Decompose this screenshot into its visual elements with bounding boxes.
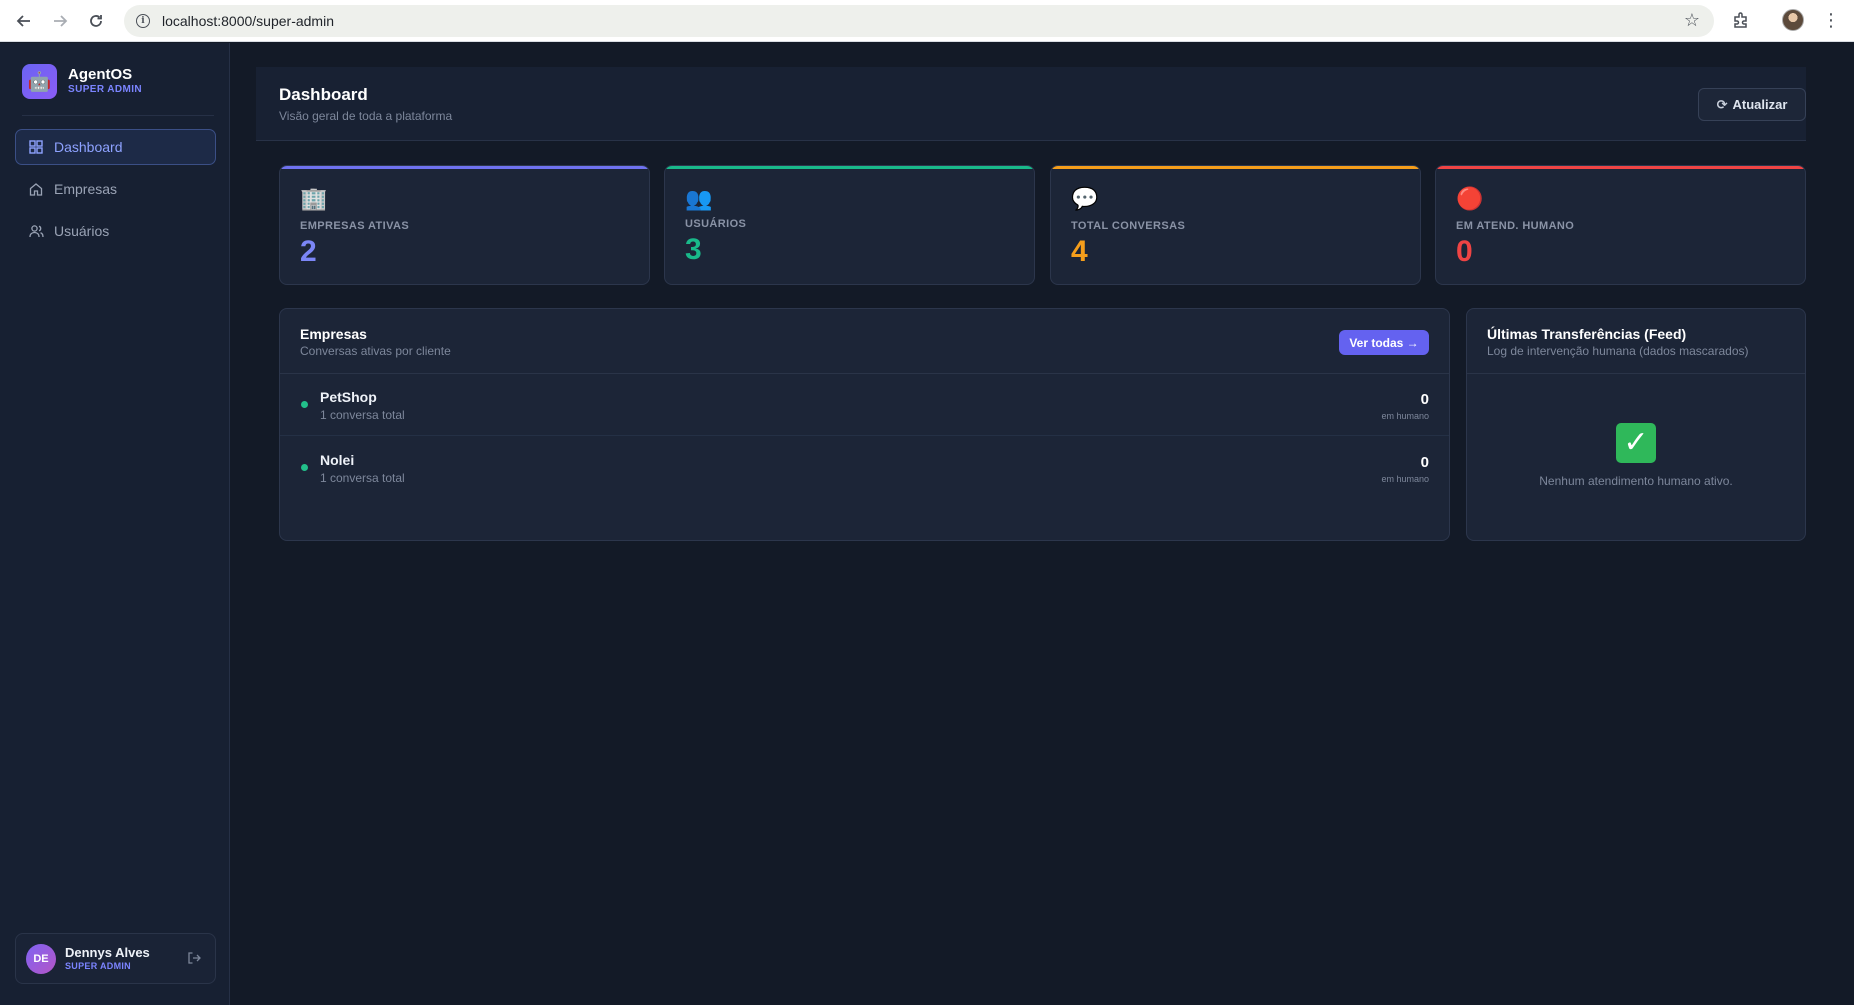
stat-label: TOTAL CONVERSAS xyxy=(1071,220,1186,232)
brand-divider xyxy=(22,115,214,116)
company-name: Nolei xyxy=(320,452,355,468)
sidebar: 🤖 AgentOS SUPER ADMIN Dashboard Empresas… xyxy=(0,43,230,1005)
browser-menu-icon[interactable]: ⋮ xyxy=(1822,9,1840,31)
extensions-icon[interactable] xyxy=(1730,8,1752,32)
refresh-icon: ⟳ xyxy=(1716,96,1728,112)
companies-panel: Empresas Conversas ativas por cliente Ve… xyxy=(279,308,1450,541)
brand: 🤖 AgentOS SUPER ADMIN xyxy=(22,64,142,99)
user-role: SUPER ADMIN xyxy=(65,961,131,971)
empty-state-text: Nenhum atendimento humano ativo. xyxy=(1539,474,1733,488)
red-circle-icon: 🔴 xyxy=(1456,186,1484,211)
url-text: localhost:8000/super-admin xyxy=(162,13,334,29)
stat-card-accent xyxy=(665,166,1034,169)
speech-bubble-icon: 💬 xyxy=(1071,186,1099,211)
profile-avatar-icon[interactable] xyxy=(1782,9,1804,31)
users-icon xyxy=(28,223,44,239)
stat-value: 0 xyxy=(1456,235,1473,268)
stat-card-accent xyxy=(1051,166,1420,169)
panel-subtitle: Conversas ativas por cliente xyxy=(300,344,451,358)
company-conversations: 1 conversa total xyxy=(320,471,405,485)
human-count-label: em humano xyxy=(1381,474,1429,484)
company-name: PetShop xyxy=(320,389,377,405)
human-count: 0 xyxy=(1420,454,1429,471)
reload-icon[interactable] xyxy=(78,3,114,39)
stat-card-em-atend-humano: 🔴 EM ATEND. HUMANO 0 xyxy=(1435,165,1806,285)
sidebar-item-label: Dashboard xyxy=(54,139,123,155)
back-icon[interactable] xyxy=(6,3,42,39)
company-conversations: 1 conversa total xyxy=(320,408,405,422)
status-dot xyxy=(301,464,308,471)
stat-label: EMPRESAS ATIVAS xyxy=(300,220,410,232)
browser-toolbar: i localhost:8000/super-admin ☆ ⋮ xyxy=(0,0,1854,42)
refresh-button[interactable]: ⟳ Atualizar xyxy=(1698,88,1806,121)
building-icon: 🏢 xyxy=(300,186,328,211)
users-emoji-icon: 👥 xyxy=(685,186,713,211)
stat-card-usuarios: 👥 USUÁRIOS 3 xyxy=(664,165,1035,285)
sidebar-item-dashboard[interactable]: Dashboard xyxy=(15,129,216,165)
address-bar[interactable]: i localhost:8000/super-admin ☆ xyxy=(124,5,1714,37)
stat-label: EM ATEND. HUMANO xyxy=(1456,220,1575,232)
panel-divider xyxy=(1467,373,1805,374)
human-count: 0 xyxy=(1420,391,1429,408)
company-row-petshop[interactable]: PetShop 1 conversa total 0 em humano xyxy=(280,374,1449,436)
logout-icon[interactable] xyxy=(187,951,201,965)
robot-logo-icon: 🤖 xyxy=(22,64,57,99)
user-card: DE Dennys Alves SUPER ADMIN xyxy=(15,933,216,984)
stat-card-accent xyxy=(280,166,649,169)
sidebar-item-label: Usuários xyxy=(54,223,110,239)
panel-subtitle: Log de intervenção humana (dados mascara… xyxy=(1487,344,1749,358)
feed-panel: Últimas Transferências (Feed) Log de int… xyxy=(1466,308,1806,541)
stat-card-total-conversas: 💬 TOTAL CONVERSAS 4 xyxy=(1050,165,1421,285)
status-dot xyxy=(301,401,308,408)
view-all-button[interactable]: Ver todas → xyxy=(1339,330,1429,355)
human-count-label: em humano xyxy=(1381,411,1429,421)
panel-title: Empresas xyxy=(300,326,367,342)
sidebar-item-usuarios[interactable]: Usuários xyxy=(15,213,216,249)
sidebar-item-empresas[interactable]: Empresas xyxy=(15,171,216,207)
empty-state: ✓ Nenhum atendimento humano ativo. xyxy=(1467,423,1805,488)
page-subtitle: Visão geral de toda a plataforma xyxy=(279,109,453,123)
stat-value: 2 xyxy=(300,235,317,268)
sidebar-item-label: Empresas xyxy=(54,181,118,197)
stat-card-accent xyxy=(1436,166,1805,169)
bookmark-star-icon[interactable]: ☆ xyxy=(1684,10,1700,31)
page-header: Dashboard Visão geral de toda a platafor… xyxy=(256,67,1806,141)
stat-label: USUÁRIOS xyxy=(685,218,747,230)
home-icon xyxy=(28,181,44,197)
page-title: Dashboard xyxy=(279,85,368,104)
grid-icon xyxy=(28,139,44,155)
site-info-icon[interactable]: i xyxy=(136,14,150,28)
stat-value: 3 xyxy=(685,233,702,266)
stat-card-empresas-ativas: 🏢 EMPRESAS ATIVAS 2 xyxy=(279,165,650,285)
company-row-nolei[interactable]: Nolei 1 conversa total 0 em humano xyxy=(280,437,1449,499)
forward-icon[interactable] xyxy=(42,3,78,39)
brand-name: AgentOS xyxy=(68,66,133,83)
brand-role: SUPER ADMIN xyxy=(68,84,143,95)
panel-title: Últimas Transferências (Feed) xyxy=(1487,326,1687,342)
user-name: Dennys Alves xyxy=(65,945,150,960)
check-mark-icon: ✓ xyxy=(1616,423,1656,463)
refresh-label: Atualizar xyxy=(1732,97,1788,112)
stat-value: 4 xyxy=(1071,235,1088,268)
side-nav: Dashboard Empresas Usuários xyxy=(15,129,216,255)
avatar: DE xyxy=(26,943,56,974)
